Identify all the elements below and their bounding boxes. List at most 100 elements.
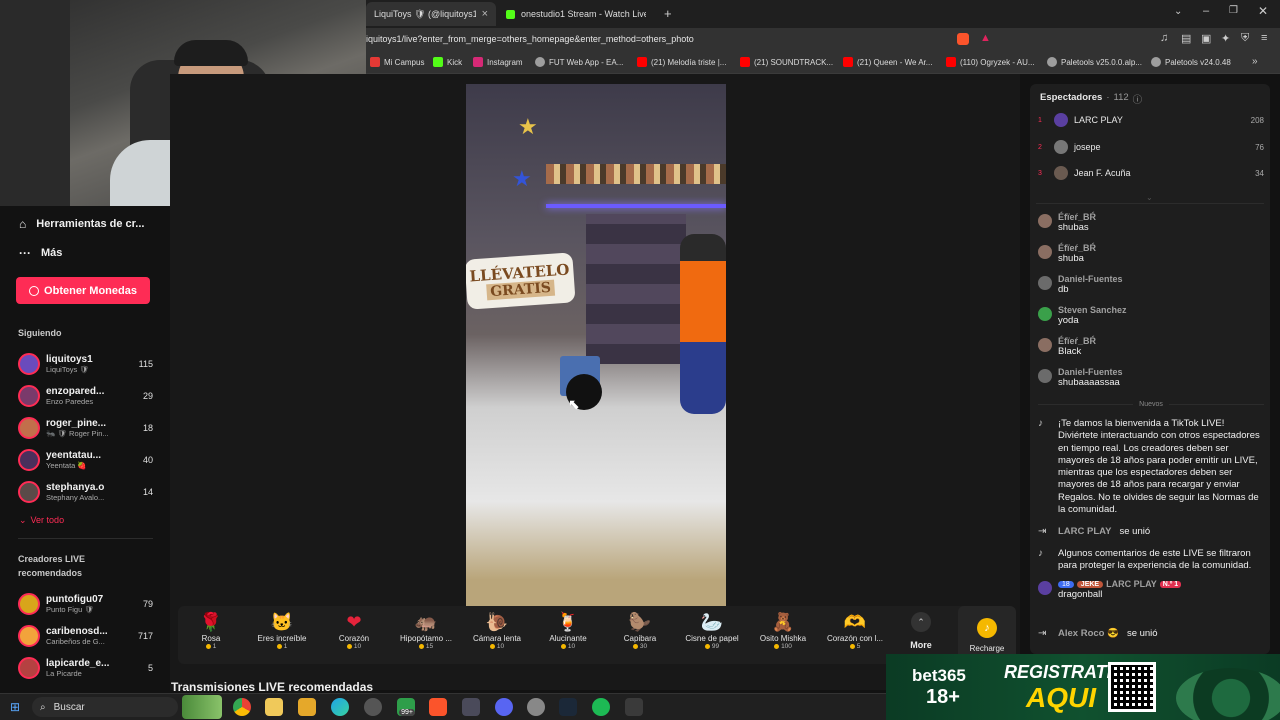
- wallet-icon[interactable]: ▣: [1201, 32, 1211, 45]
- brave-icon[interactable]: [429, 698, 447, 716]
- more-link[interactable]: ··· Más: [19, 246, 62, 260]
- discord-icon[interactable]: [495, 698, 513, 716]
- viewers-header[interactable]: Espectadores · 112 ⓘ: [1040, 92, 1142, 106]
- vpn-icon[interactable]: ⛨: [1241, 32, 1249, 45]
- hand-heart-icon: 🫶: [843, 612, 867, 632]
- whatsapp-icon[interactable]: 99+: [397, 698, 415, 716]
- gift-item[interactable]: 🧸 Osito Mishka 100: [748, 610, 818, 660]
- recommended-item[interactable]: lapicarde_e... La Picarde 5: [18, 654, 153, 682]
- top-viewer[interactable]: 1 LARC PLAY 208: [1038, 109, 1264, 131]
- tiktok-icon: ♪: [1038, 548, 1043, 559]
- bookmark-melodia-triste[interactable]: (21) Melodía triste |...: [637, 57, 726, 67]
- tab-title: onestudio1 Stream - Watch Live on K: [521, 9, 646, 19]
- more-bookmarks-icon[interactable]: »: [1252, 56, 1258, 67]
- see-all-link[interactable]: ⌄ Ver todo: [19, 515, 64, 526]
- minimize-icon[interactable]: –: [1203, 5, 1209, 17]
- rewards-icon[interactable]: ▲: [980, 32, 991, 44]
- bookmark-soundtrack[interactable]: (21) SOUNDTRACK...: [740, 57, 833, 67]
- bookmark-ogryzek[interactable]: (110) Ogryzek - AU...: [946, 57, 1035, 67]
- more-gifts-button[interactable]: ⌃ More: [900, 612, 942, 658]
- following-item[interactable]: roger_pine... 🐜 🛡 Roger Pin... 18: [18, 414, 153, 442]
- avatar: [18, 449, 40, 471]
- avatar: [18, 593, 40, 615]
- campus-icon: [370, 57, 380, 67]
- avatar: [1038, 214, 1052, 228]
- recommended-item[interactable]: caribenosd... Caribeños de G... 717: [18, 622, 153, 650]
- expand-viewers-icon[interactable]: ⌄: [1146, 193, 1153, 202]
- youtube-icon: [843, 57, 853, 67]
- bookmark-kick[interactable]: Kick: [433, 57, 462, 67]
- obs-icon[interactable]: [462, 698, 480, 716]
- gift-item[interactable]: 🍹 Alucinante 10: [533, 610, 603, 660]
- figure-shelf: [546, 164, 726, 184]
- gift-item[interactable]: 🌹 Rosa 1: [176, 610, 246, 660]
- cat-icon: 🐱: [270, 612, 294, 632]
- tab-onestudio[interactable]: onestudio1 Stream - Watch Live on K: [498, 2, 658, 26]
- bookmark-paletools-25[interactable]: Paletools v25.0.0.alp...: [1047, 57, 1142, 67]
- top-viewer[interactable]: 3 Jean F. Acuña 34: [1038, 162, 1264, 184]
- gift-item[interactable]: 🦢 Cisne de papel 99: [677, 610, 747, 660]
- restore-icon[interactable]: ❐: [1229, 5, 1238, 16]
- gift-item[interactable]: 🐱 Eres increíble 1: [247, 610, 317, 660]
- widgets-icon[interactable]: [182, 695, 222, 719]
- bookmark-mi-campus[interactable]: Mi Campus: [370, 57, 424, 67]
- bookmark-paletools-24[interactable]: Paletools v24.0.48: [1151, 57, 1231, 67]
- gift-item[interactable]: ❤ Corazón 10: [319, 610, 389, 660]
- gift-item[interactable]: 🐌 Cámara lenta 10: [462, 610, 532, 660]
- following-item[interactable]: yeentatau... Yeentata 🍓 40: [18, 446, 153, 474]
- bookmark-fut-web-app[interactable]: FUT Web App - EA...: [535, 57, 623, 67]
- edge-icon[interactable]: [331, 698, 349, 716]
- close-tab-icon[interactable]: ×: [482, 8, 488, 20]
- spotify-icon[interactable]: [592, 698, 610, 716]
- creator-tools-link[interactable]: ⌂ Herramientas de cr...: [19, 217, 144, 231]
- following-item[interactable]: enzopared... Enzo Paredes 29: [18, 382, 153, 410]
- top-viewer[interactable]: 2 josepe 76: [1038, 136, 1264, 158]
- chat-message[interactable]: Éfïeŕ_ВŔ Black: [1038, 336, 1264, 357]
- app-icon[interactable]: [364, 698, 382, 716]
- new-messages-divider: Nuevos: [1038, 401, 1265, 408]
- chat-message[interactable]: Éfïeŕ_ВŔ shubas: [1038, 212, 1264, 233]
- steam-icon[interactable]: [559, 698, 577, 716]
- following-item[interactable]: liquitoys1 LiquiToys 🛡 115: [18, 350, 153, 378]
- avatar: [18, 481, 40, 503]
- chat-message[interactable]: Daniel-Fuentes shubaaaassaa: [1038, 367, 1264, 388]
- chat-message[interactable]: Steven Sanchez yoda: [1038, 305, 1264, 326]
- leo-ai-icon[interactable]: ✦: [1221, 32, 1230, 45]
- sidebar-icon[interactable]: ▤: [1181, 32, 1191, 45]
- chat-message[interactable]: Daniel-Fuentes db: [1038, 274, 1264, 295]
- file-explorer-icon[interactable]: [298, 698, 316, 716]
- bookmark-queen[interactable]: (21) Queen - We Ar...: [843, 57, 932, 67]
- get-coins-button[interactable]: Obtener Monedas: [16, 277, 150, 304]
- gift-item[interactable]: 🦛 Hipopótamo ... 15: [391, 610, 461, 660]
- app-icon[interactable]: [527, 698, 545, 716]
- store-icon[interactable]: [265, 698, 283, 716]
- windows-start-icon[interactable]: ⊞: [10, 700, 20, 714]
- bookmark-instagram[interactable]: Instagram: [473, 57, 523, 67]
- join-icon: ⇥: [1038, 526, 1047, 537]
- betting-ad-banner[interactable]: bet365 18+ REGISTRATE AQUI: [886, 654, 1280, 720]
- avatar: [1038, 276, 1052, 290]
- following-item[interactable]: stephanya.o Stephany Avalo... 14: [18, 478, 153, 506]
- calculator-icon[interactable]: [625, 698, 643, 716]
- live-video[interactable]: ★ ★ LLÉVATELO GRATIS ⬉: [466, 84, 726, 606]
- gift-item[interactable]: 🦫 Capibara 30: [605, 610, 675, 660]
- tab-list-icon[interactable]: ⌄: [1174, 6, 1182, 17]
- avatar: [18, 353, 40, 375]
- url-field[interactable]: iquitoys1/live?enter_from_merge=others_h…: [366, 34, 694, 44]
- tab-title: LiquiToys 🛡 (@liquitoys1) es: [374, 8, 476, 19]
- level-badge: 18: [1058, 580, 1074, 588]
- tab-liquitoys[interactable]: LiquiToys 🛡 (@liquitoys1) es ×: [366, 2, 496, 26]
- new-tab-icon[interactable]: +: [664, 6, 672, 21]
- youtube-icon: [740, 57, 750, 67]
- recommended-item[interactable]: puntofigu07 Punto Figu 🛡 79: [18, 590, 153, 618]
- taskbar-search[interactable]: ⌕ Buscar: [32, 697, 178, 717]
- chat-message[interactable]: Éfïeŕ_ВŔ shuba: [1038, 243, 1264, 264]
- close-window-icon[interactable]: ✕: [1258, 4, 1268, 18]
- gift-item[interactable]: 🫶 Corazón con l... 5: [820, 610, 890, 660]
- music-icon[interactable]: ♫: [1160, 32, 1168, 44]
- menu-icon[interactable]: ≡: [1261, 32, 1267, 44]
- bear-icon: 🧸: [771, 612, 795, 632]
- chrome-icon[interactable]: [233, 698, 251, 716]
- brave-shields-icon[interactable]: [957, 33, 969, 45]
- chat-message[interactable]: 18 JEKE LARC PLAY N.º 1 dragonball: [1038, 579, 1264, 600]
